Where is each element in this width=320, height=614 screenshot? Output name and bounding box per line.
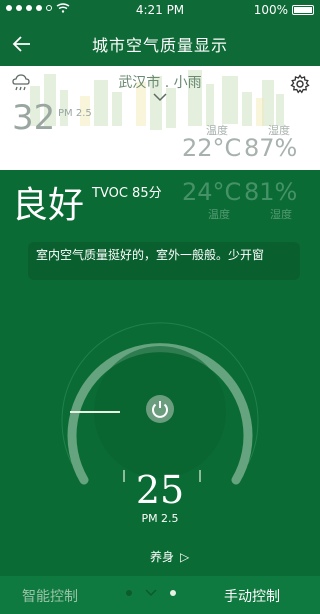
outdoor-humidity-value: 87%: [244, 134, 298, 162]
setpoint-unit: PM 2.5: [141, 512, 179, 525]
outdoor-temp-value: 22°C: [182, 134, 242, 162]
page-indicator[interactable]: [126, 588, 176, 598]
gear-icon[interactable]: [290, 74, 310, 94]
smart-control-tab[interactable]: 智能控制: [22, 586, 78, 606]
outdoor-pm-unit: PM 2.5: [58, 108, 92, 119]
page-title: 城市空气质量显示: [91, 36, 228, 55]
outdoor-pm-value: 32: [12, 98, 56, 138]
indoor-temp-label: 温度: [208, 208, 230, 221]
outdoor-weather-card: 武汉市 . 小雨 32 PM 2.5 温度 湿度 22°C 87%: [0, 66, 320, 170]
air-quality-rating: 良好: [12, 185, 85, 226]
mode-label: 养身: [150, 550, 175, 564]
tvoc-score: TVOC 85分: [92, 186, 162, 201]
indoor-humidity-label: 湿度: [270, 208, 292, 221]
nav-bar: 城市空气质量显示: [0, 22, 320, 66]
city-weather-selector[interactable]: 武汉市 . 小雨: [0, 72, 320, 92]
chevron-down-icon[interactable]: [144, 588, 158, 598]
bottom-mode-bar: 智能控制 手动控制: [0, 576, 320, 614]
advice-message: 室内空气质量挺好的，室外一般般。少开窗: [28, 242, 300, 280]
indoor-panel: 良好 TVOC 85分 24°C 81% 温度 湿度 室内空气质量挺好的，室外一…: [0, 170, 320, 614]
page-dot-active[interactable]: [170, 590, 176, 596]
indoor-humidity-value: 81%: [244, 178, 298, 206]
setpoint-value: 25: [135, 468, 185, 512]
power-button[interactable]: [145, 394, 175, 424]
status-bar: 4:21 PM 100%: [0, 0, 320, 22]
play-arrow-icon: ▷: [180, 550, 190, 564]
page-dot[interactable]: [126, 590, 132, 596]
battery-icon: [292, 5, 314, 15]
indoor-temp-value: 24°C: [182, 178, 242, 206]
battery-indicator: 100%: [254, 3, 314, 17]
chevron-down-icon[interactable]: [152, 92, 168, 102]
mode-selector[interactable]: 养身 ▷: [150, 548, 189, 565]
manual-control-tab[interactable]: 手动控制: [224, 586, 280, 606]
battery-percent: 100%: [253, 3, 288, 17]
